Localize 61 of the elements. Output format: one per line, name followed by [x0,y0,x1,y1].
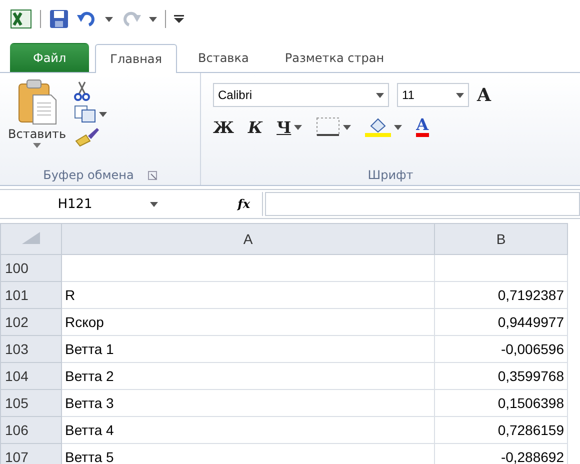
grow-font-button[interactable]: A [477,84,491,106]
dialog-launcher-icon[interactable] [148,170,157,180]
format-painter-icon[interactable] [74,127,100,147]
customize-menu-icon[interactable] [174,15,184,23]
row-header[interactable]: 102 [0,308,62,336]
row-header[interactable]: 104 [0,362,62,390]
ribbon-tab[interactable]: Главная [95,44,177,73]
paste-button[interactable]: Вставить [0,73,74,165]
formula-field[interactable] [265,192,580,216]
dropdown-arrow-icon[interactable] [99,112,108,116]
table-cell: R [62,282,434,308]
table-cell: 0,7286159 [434,416,568,444]
row-header[interactable]: 105 [0,390,62,416]
dropdown-arrow-icon[interactable] [294,124,302,130]
ribbon-tab[interactable]: Вставка [183,43,264,72]
spreadsheet-app-icon[interactable] [10,9,32,29]
italic-button[interactable]: К [248,118,263,136]
column-header[interactable]: B [434,224,568,254]
table-cell: -0,006596 [434,336,568,362]
undo-icon[interactable] [77,10,97,28]
row-header[interactable]: 103 [0,336,62,362]
table-cell: Ветта 1 [62,336,434,362]
row-header[interactable]: 100 [0,254,62,282]
table-cell: Ветта 2 [62,362,434,390]
table-cell: Rскор [62,308,434,336]
dropdown-arrow-icon[interactable] [343,124,352,130]
dropdown-arrow-icon[interactable] [105,16,113,22]
font-size-dropdown[interactable]: 11 [397,83,469,107]
dropdown-arrow-icon[interactable] [150,202,158,206]
ribbon-tab[interactable]: Разметка стран [270,43,400,72]
caret-icon [33,143,42,148]
table-cell: 0,9449977 [434,308,568,336]
dropdown-arrow-icon[interactable] [376,92,384,98]
table-cell: 0,7192387 [434,282,568,308]
row-header[interactable]: 101 [0,282,62,308]
dropdown-arrow-icon[interactable] [149,16,157,22]
ribbon-tab[interactable]: Файл [10,43,90,72]
insert-function-button[interactable]: fx [170,192,263,216]
group-label: Буфер обмена [43,168,134,182]
font-name-dropdown[interactable]: Calibri [213,83,389,107]
clipboard-icon [17,79,58,125]
bold-button[interactable]: Ж [213,118,234,136]
cut-icon[interactable] [74,81,90,101]
table-cell: Ветта 4 [62,416,434,444]
save-icon[interactable] [49,9,69,29]
font-color-button[interactable]: A [416,117,429,137]
table-cell: 0,1506398 [434,390,568,416]
copy-icon[interactable] [74,105,96,123]
fill-color-icon[interactable] [365,117,392,137]
table-cell: Ветта 3 [62,390,434,416]
select-all-icon [22,232,40,244]
name-box[interactable]: H121 [0,192,170,216]
dropdown-arrow-icon[interactable] [456,92,464,98]
row-header[interactable]: 107 [0,444,62,464]
column-header[interactable]: A [62,224,434,254]
group-label: Шрифт [368,168,414,182]
table-cell: 0,3599768 [434,362,568,390]
row-header[interactable]: 106 [0,416,62,444]
dropdown-arrow-icon[interactable] [394,124,402,130]
borders-icon[interactable] [316,117,340,137]
underline-button[interactable]: Ч [276,118,292,136]
